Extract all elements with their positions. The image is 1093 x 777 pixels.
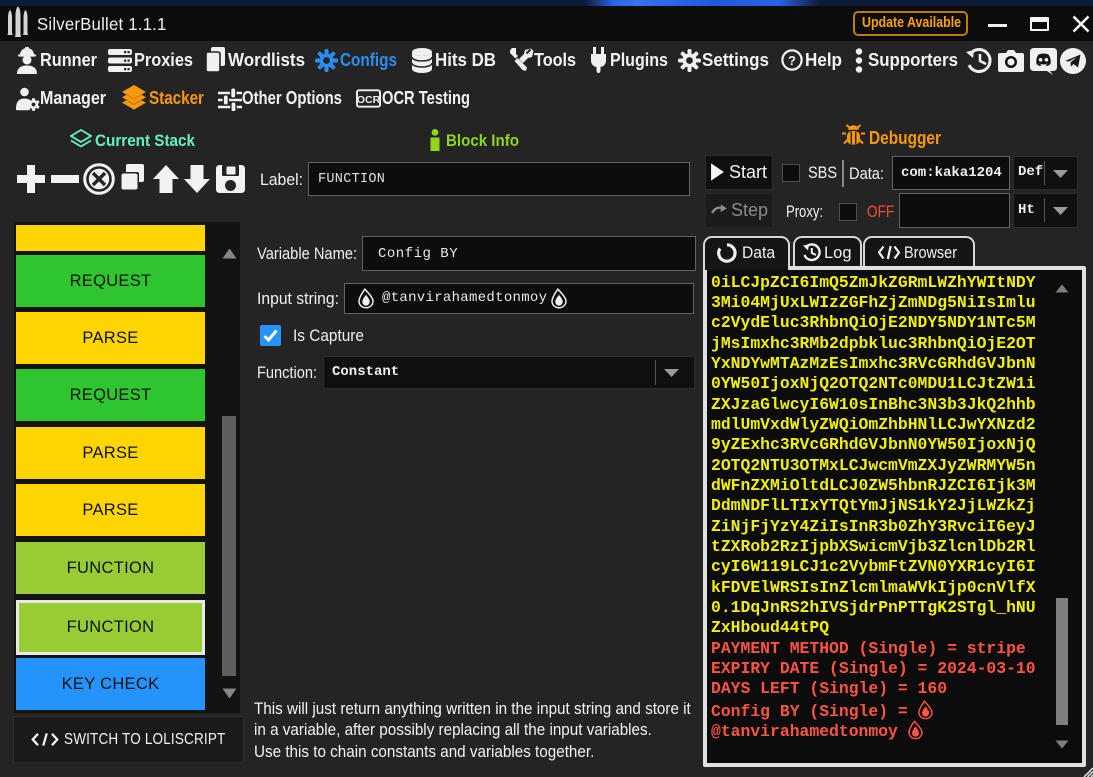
svg-text:?: ? <box>788 53 796 68</box>
svg-text:OCR: OCR <box>357 94 381 106</box>
